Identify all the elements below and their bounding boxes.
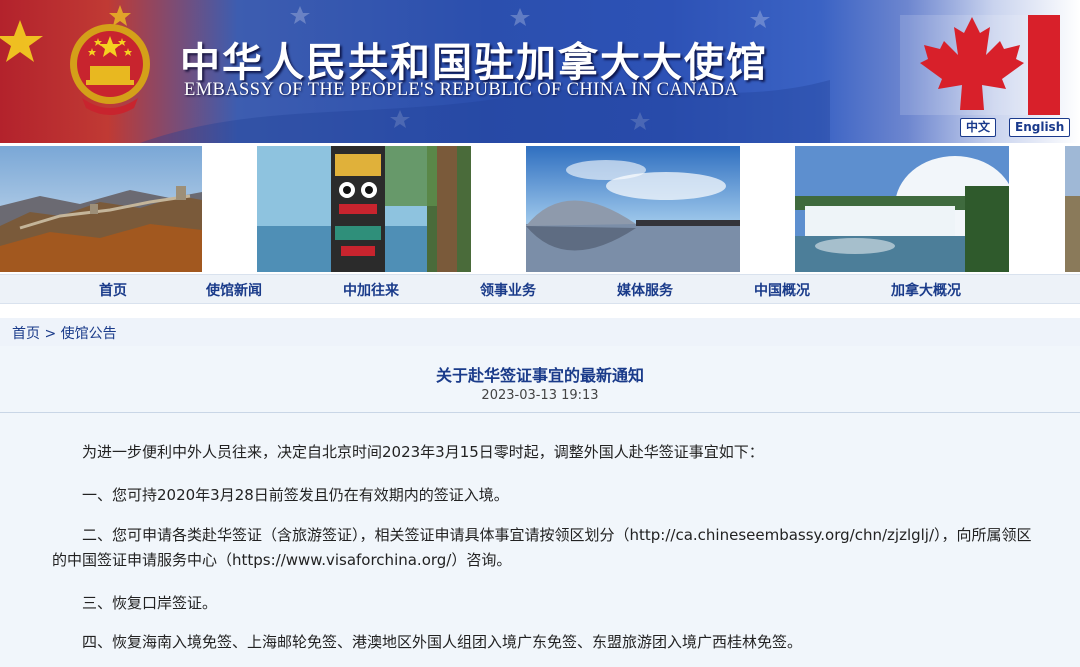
niagara-falls-photo [795, 146, 1009, 272]
nav-item-about-canada[interactable]: 加拿大概况 [891, 280, 961, 300]
language-english-button[interactable]: English [1009, 118, 1071, 137]
nav-item-embassy-news[interactable]: 使馆新闻 [206, 280, 262, 300]
header-banner: 中华人民共和国驻加拿大大使馆 EMBASSY OF THE PEOPLE'S R… [0, 0, 1080, 143]
breadcrumb-home-link[interactable]: 首页 [12, 326, 40, 342]
national-grand-theatre-photo [526, 146, 740, 272]
article-paragraph: 二、您可申请各类赴华签证（含旅游签证），相关签证申请具体事宜请按领区划分（htt… [52, 526, 1032, 569]
national-emblem [70, 24, 150, 115]
photo-edge-sliver [1065, 146, 1080, 272]
article-paragraph: 三、恢复口岸签证。 [82, 594, 218, 612]
nav-item-consular[interactable]: 领事业务 [480, 280, 536, 300]
language-chinese-button[interactable]: 中文 [960, 118, 997, 137]
nav-item-media[interactable]: 媒体服务 [617, 280, 673, 300]
article-date: 2023-03-13 19:13 [481, 388, 599, 403]
photo-strip [0, 143, 1080, 273]
nav-item-home[interactable]: 首页 [99, 280, 127, 300]
article-paragraph: 一、您可持2020年3月28日前签发且仍在有效期内的签证入境。 [82, 486, 509, 504]
article-paragraph: 为进一步便利中外人员往来，决定自北京时间2023年3月15日零时起，调整外国人赴… [82, 443, 764, 461]
breadcrumb-bar: 首页 > 使馆公告 [0, 318, 1080, 346]
breadcrumb: 首页 > 使馆公告 [12, 323, 117, 343]
breadcrumb-separator: > [40, 326, 61, 342]
article-title: 关于赴华签证事宜的最新通知 [435, 366, 644, 385]
great-wall-photo [0, 146, 202, 272]
embassy-title-english: EMBASSY OF THE PEOPLE'S REPUBLIC OF CHIN… [184, 80, 739, 100]
totem-pole-photo [257, 146, 471, 272]
nav-item-about-china[interactable]: 中国概况 [754, 280, 810, 300]
breadcrumb-current-link[interactable]: 使馆公告 [61, 326, 117, 342]
article-header: 关于赴华签证事宜的最新通知 2023-03-13 19:13 [0, 346, 1080, 413]
article-paragraph: 四、恢复海南入境免签、上海邮轮免签、港澳地区外国人组团入境广东免签、东盟旅游团入… [82, 633, 803, 651]
nav-item-china-canada[interactable]: 中加往来 [343, 280, 399, 300]
main-navigation: 首页 使馆新闻 中加往来 领事业务 媒体服务 中国概况 加拿大概况 [0, 274, 1080, 304]
